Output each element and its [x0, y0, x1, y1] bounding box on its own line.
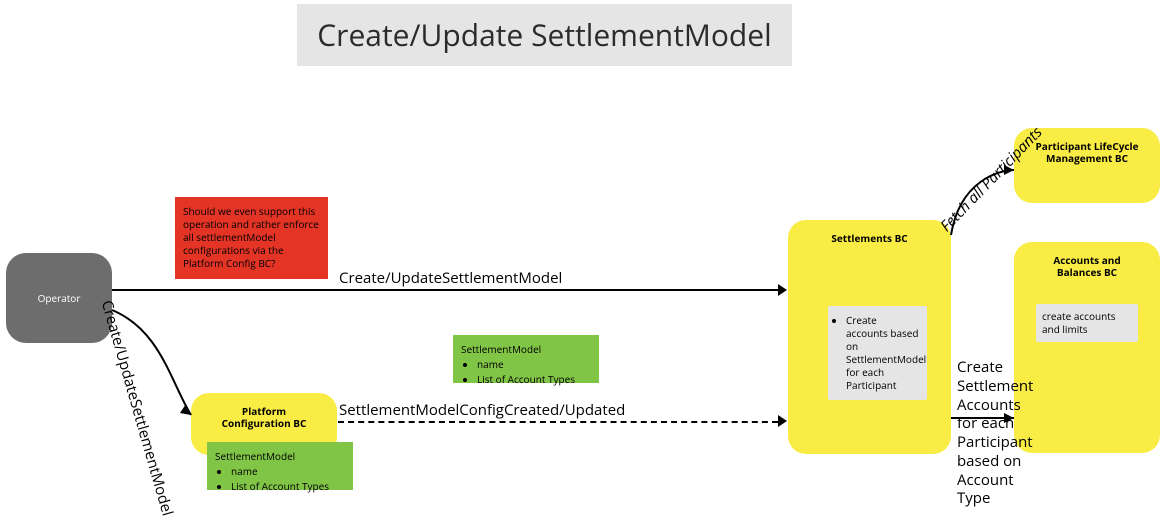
note-green-model-floating: SettlementModel name List of Account Typ…	[453, 335, 599, 383]
note-green-model-floating-list: name List of Account Types	[477, 358, 591, 386]
settlements-bc-inner-note: Create accounts based on SettlementModel…	[828, 306, 927, 400]
settlements-bc-title: Settlements BC	[796, 228, 943, 248]
diagram-title: Create/Update SettlementModel	[297, 4, 792, 66]
note-green-model-floating-title: SettlementModel	[461, 343, 591, 356]
diagram-canvas: Create/Update SettlementModel Operator S…	[0, 0, 1172, 508]
list-item: Create accounts based on SettlementModel…	[846, 314, 921, 392]
operator-label: Operator	[38, 291, 81, 305]
list-item: List of Account Types	[231, 480, 345, 493]
accounts-bc-inner-note: create accounts and limits	[1036, 304, 1138, 342]
edge-settlements-to-accounts-label: Create Settlement Accounts for each Part…	[957, 358, 1027, 508]
settlements-bc-node: Settlements BC Create accounts based on …	[788, 220, 951, 454]
edge-operator-to-settlements	[112, 289, 778, 291]
edge-operator-to-pc-label: Create/UpdateSettlementModel	[97, 298, 178, 518]
edge-pc-to-settlements	[338, 421, 778, 423]
settlements-bc-inner-list: Create accounts based on SettlementModel…	[846, 314, 921, 392]
edge-pc-to-settlements-label: SettlementModelConfigCreated/Updated	[339, 400, 625, 420]
operator-node: Operator	[6, 253, 112, 343]
note-red-question-text: Should we even support this operation an…	[183, 204, 319, 270]
platform-config-bc-title: Platform Configuration BC	[199, 401, 329, 433]
note-red-question: Should we even support this operation an…	[175, 197, 328, 279]
list-item: List of Account Types	[477, 373, 591, 386]
note-green-model-under-pc-title: SettlementModel	[215, 450, 345, 463]
accounts-bc-title: Accounts and Balances BC	[1022, 250, 1152, 282]
arrowhead-icon	[778, 415, 787, 427]
note-green-model-under-pc-list: name List of Account Types	[231, 465, 345, 493]
note-green-model-under-pc: SettlementModel name List of Account Typ…	[207, 442, 353, 490]
edge-operator-to-settlements-label: Create/UpdateSettlementModel	[339, 268, 562, 288]
list-item: name	[477, 358, 591, 371]
list-item: name	[231, 465, 345, 478]
accounts-bc-node: Accounts and Balances BC create accounts…	[1014, 242, 1160, 453]
